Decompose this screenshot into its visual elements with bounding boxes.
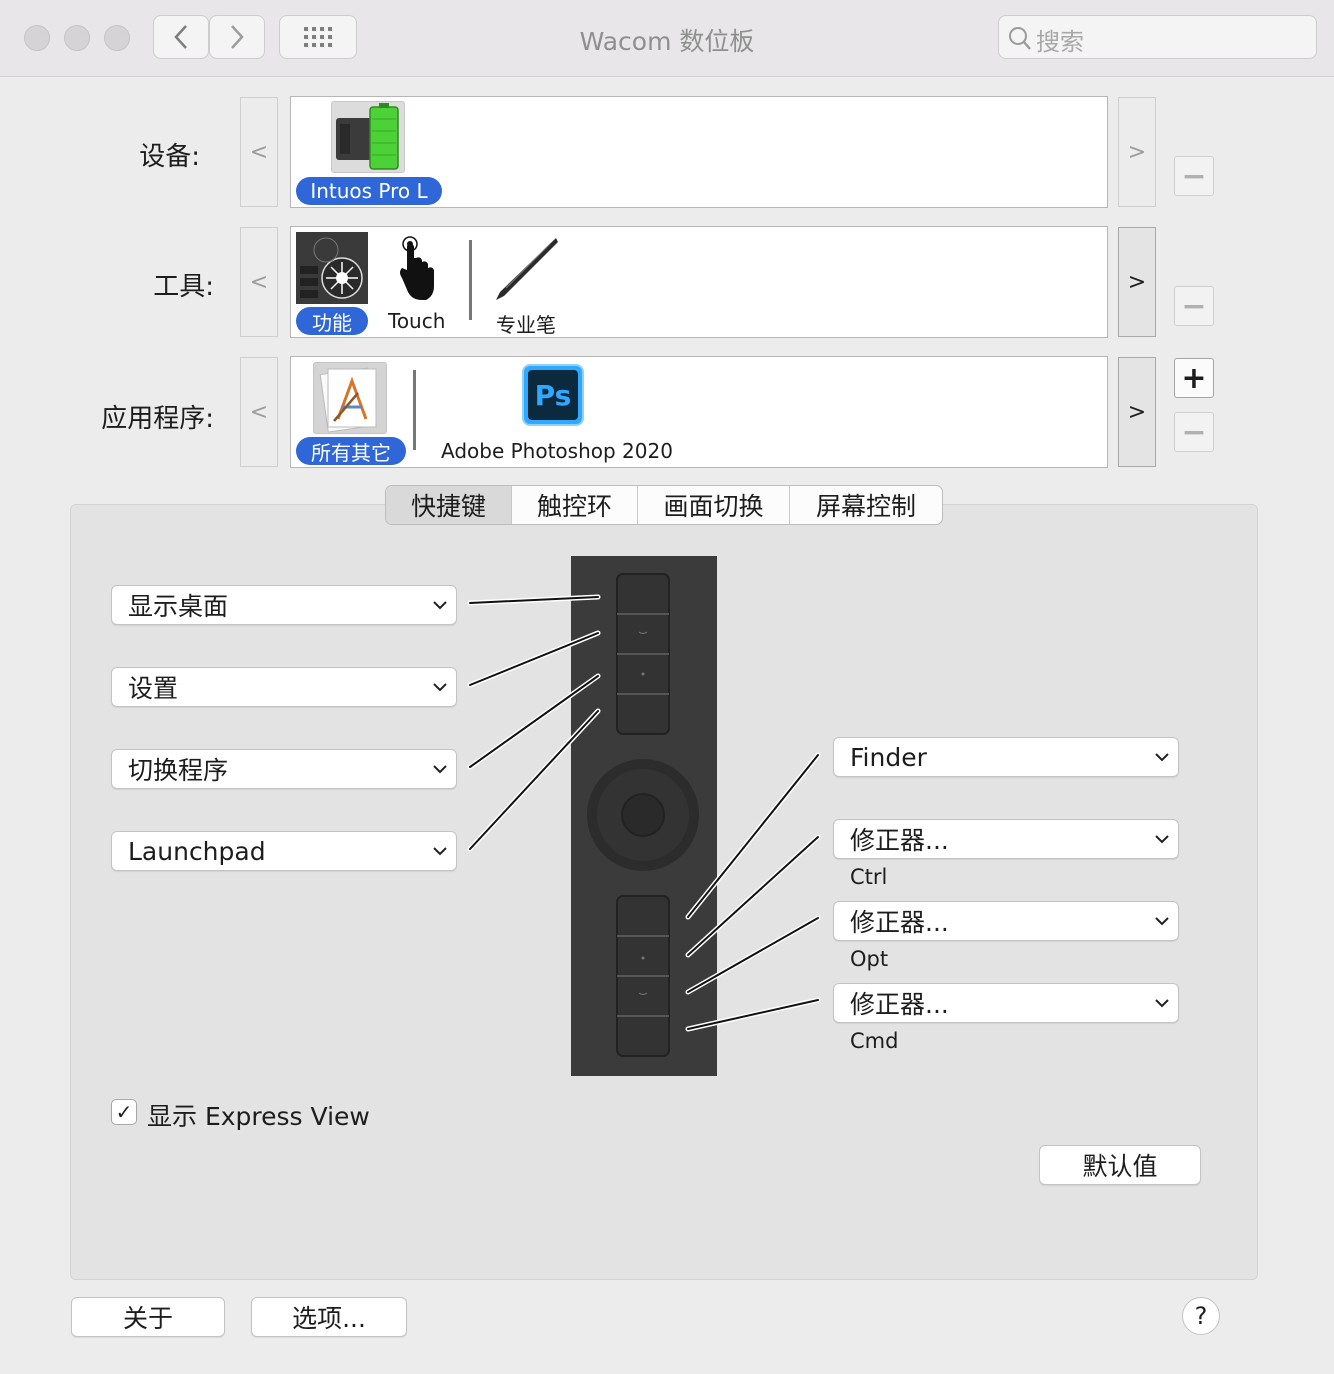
- express-key-8-modifier: Cmd: [850, 1029, 899, 1053]
- express-key-1-dropdown[interactable]: 显示桌面: [111, 585, 457, 625]
- express-key-5-dropdown[interactable]: Finder: [833, 737, 1179, 777]
- express-key-5-value: Finder: [850, 742, 927, 772]
- express-key-2-dropdown[interactable]: 设置: [111, 667, 457, 707]
- express-key-3-dropdown[interactable]: 切换程序: [111, 749, 457, 789]
- help-button[interactable]: ?: [1182, 1297, 1220, 1335]
- chevron-down-icon: [1155, 999, 1169, 1008]
- express-key-4-value: Launchpad: [128, 836, 266, 866]
- express-key-7-dropdown[interactable]: 修正器...: [833, 901, 1179, 941]
- express-key-7-value: 修正器...: [850, 908, 949, 937]
- express-key-2-value: 设置: [128, 674, 179, 703]
- express-key-1-value: 显示桌面: [128, 592, 229, 621]
- express-key-8-dropdown[interactable]: 修正器...: [833, 983, 1179, 1023]
- chevron-down-icon: [433, 601, 447, 610]
- express-key-8-value: 修正器...: [850, 990, 949, 1019]
- express-key-6-value: 修正器...: [850, 826, 949, 855]
- chevron-down-icon: [433, 683, 447, 692]
- express-view-label[interactable]: 显示 Express View: [147, 1097, 370, 1133]
- express-key-6-dropdown[interactable]: 修正器...: [833, 819, 1179, 859]
- express-key-4-dropdown[interactable]: Launchpad: [111, 831, 457, 871]
- about-button[interactable]: 关于: [71, 1297, 225, 1337]
- options-button[interactable]: 选项...: [251, 1297, 407, 1337]
- chevron-down-icon: [1155, 917, 1169, 926]
- defaults-button[interactable]: 默认值: [1039, 1145, 1201, 1185]
- chevron-down-icon: [1155, 753, 1169, 762]
- chevron-down-icon: [433, 847, 447, 856]
- express-view-checkbox[interactable]: ✓: [111, 1099, 137, 1125]
- chevron-down-icon: [1155, 835, 1169, 844]
- express-key-7-modifier: Opt: [850, 947, 889, 971]
- express-key-3-value: 切换程序: [128, 756, 229, 785]
- chevron-down-icon: [433, 765, 447, 774]
- express-key-6-modifier: Ctrl: [850, 865, 888, 889]
